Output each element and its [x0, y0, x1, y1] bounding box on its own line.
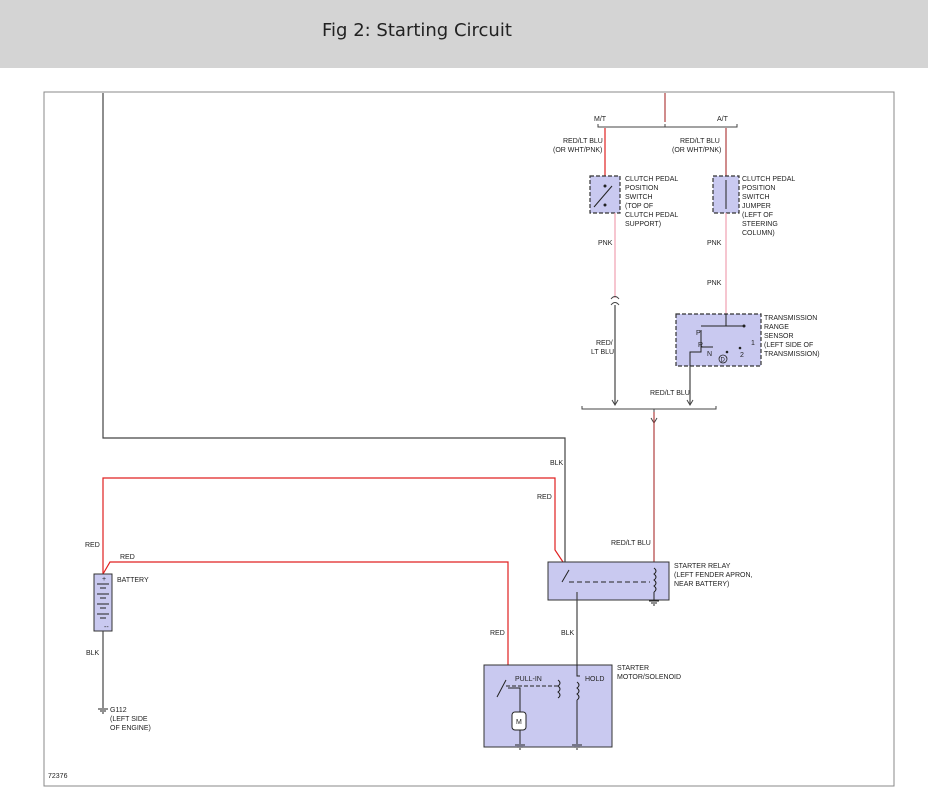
wire-red-battery-label: RED [85, 542, 100, 549]
red-wire-battery-to-relay [102, 477, 564, 574]
trs-p: P [696, 330, 701, 337]
ground-icon [649, 600, 659, 606]
clutch-jumper-label: CLUTCH PEDAL POSITION SWITCH JUMPER (LEF… [742, 176, 797, 237]
trs-r: R [698, 342, 703, 349]
mt-at-branch-bracket [597, 124, 738, 128]
mt-wire-label-1: RED/LT BLU [563, 138, 603, 145]
branch-mt-label: M/T [594, 116, 607, 123]
at-wire-label-2: (OR WHT/PNK) [672, 147, 721, 154]
wire-red-lt-blu-left-2: LT BLU [591, 349, 614, 356]
trs-2: 2 [740, 352, 744, 359]
wire-red-lt-blu-right: RED/LT BLU [650, 390, 690, 397]
wire-red-lt-blu-left-1: RED/ [596, 340, 613, 347]
starter-relay [547, 561, 670, 601]
mt-wire-label-2: (OR WHT/PNK) [553, 147, 602, 154]
wire-red-relay-label: RED [537, 494, 552, 501]
wire-blk-relay-label: BLK [550, 460, 564, 467]
figure-number: 72376 [48, 773, 68, 780]
ground-g112-label: G112 (LEFT SIDE OF ENGINE) [110, 707, 151, 732]
switch-pin [603, 203, 607, 207]
battery-minus: -- [104, 624, 109, 631]
wire-red-lt-blu-relay: RED/LT BLU [611, 540, 651, 547]
wire-blk-solenoid-label: BLK [561, 630, 575, 637]
wire-pnk-2-label: PNK [707, 240, 722, 247]
motor-symbol: M [516, 719, 522, 726]
wire-pnk-3-label: PNK [707, 280, 722, 287]
trs-pin [738, 346, 742, 350]
battery-label: BATTERY [117, 577, 149, 584]
starting-circuit-diagram: M/T A/T RED/LT BLU (OR WHT/PNK) CLUTCH P… [43, 91, 895, 787]
trs-label: TRANSMISSION RANGE SENSOR (LEFT SIDE OF … [764, 315, 820, 358]
branch-at-label: A/T [717, 116, 729, 123]
starter-motor-label: STARTER MOTOR/SOLENOID [617, 665, 681, 681]
battery-plus: + [102, 576, 106, 583]
hold-label: HOLD [585, 676, 604, 683]
clutch-switch-label: CLUTCH PEDAL POSITION SWITCH (TOP OF CLU… [625, 176, 680, 228]
red-wire-battery-to-solenoid [102, 561, 509, 665]
trs-pin [725, 350, 729, 354]
wire-red-solenoid-label: RED [490, 630, 505, 637]
pull-in-label: PULL-IN [515, 676, 542, 683]
trs-n: N [707, 351, 712, 358]
starter-relay-label: STARTER RELAY (LEFT FENDER APRON, NEAR B… [674, 563, 754, 588]
trs-1: 1 [751, 340, 755, 347]
switch-pin [603, 184, 607, 188]
wire-blk-battery-label: BLK [86, 650, 100, 657]
blk-wire-to-relay [102, 93, 566, 565]
ground-icon [98, 708, 108, 714]
wire-pnk-1-label: PNK [598, 240, 613, 247]
merge-bracket [581, 406, 717, 412]
trs-pin [742, 324, 746, 328]
trs-d: D [721, 358, 726, 364]
transmission-range-sensor [675, 313, 762, 367]
wire-red-battery-label-2: RED [120, 554, 135, 561]
at-wire-label-1: RED/LT BLU [680, 138, 720, 145]
